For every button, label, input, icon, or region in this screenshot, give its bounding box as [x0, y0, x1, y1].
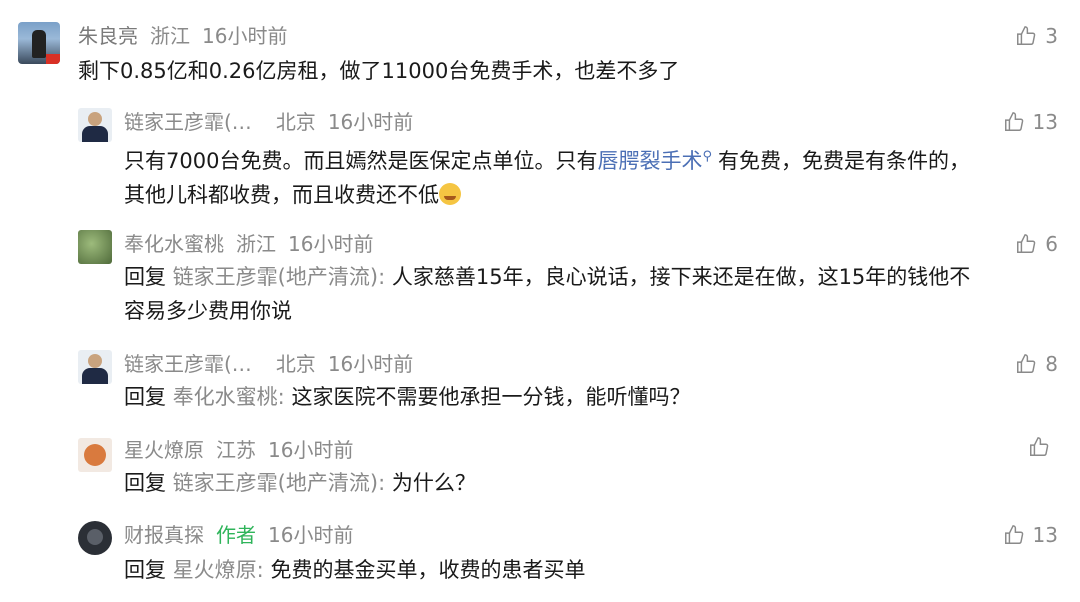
thumbs-up-icon [1017, 354, 1036, 373]
like-button[interactable]: 13 [1003, 521, 1058, 549]
search-icon[interactable]: ⚲ [702, 149, 712, 164]
timestamp: 16小时前 [202, 24, 288, 48]
like-count: 3 [1045, 24, 1058, 48]
text-segment: 这家医院不需要他承担一分钱，能听懂吗？ [291, 385, 691, 409]
keyword-link[interactable]: 唇腭裂手术 [597, 149, 702, 173]
comment-6: 财报真探 作者 16小时前 回复 星火燎原: 免费的基金买单，收费的患者买单 13 [0, 515, 1080, 602]
comment-meta: 链家王彦霏(… 北京 16小时前 [124, 108, 425, 136]
reply-keyword: 回复 [124, 558, 166, 582]
comment-meta: 链家王彦霏(… 北京 16小时前 [124, 350, 425, 378]
thumbs-up-icon [1004, 525, 1023, 544]
avatar[interactable] [78, 108, 112, 142]
timestamp: 16小时前 [327, 110, 414, 134]
username[interactable]: 财报真探 [124, 523, 204, 547]
avatar[interactable] [18, 22, 60, 64]
location: 江苏 [216, 438, 256, 462]
thumbs-up-icon [1004, 112, 1023, 131]
comment-2: 链家王彦霏(… 北京 16小时前 只有7000台免费。而且嫣然是医保定点单位。只有唇… [0, 100, 1080, 220]
like-count: 13 [1032, 523, 1058, 547]
text-segment: 免费的基金买单，收费的患者买单 [270, 558, 586, 582]
like-button[interactable]: 3 [1015, 22, 1058, 50]
thumbs-up-icon [1030, 437, 1049, 456]
text-segment: 其他儿科都收费，而且收费还不低 [124, 183, 439, 207]
location: 浙江 [150, 24, 190, 48]
username[interactable]: 朱良亮 [78, 24, 138, 48]
reply-target[interactable]: 链家王彦霏(地产清流): [173, 265, 385, 289]
comment-meta: 财报真探 作者 16小时前 [124, 521, 365, 549]
comment-4: 链家王彦霏(… 北京 16小时前 回复 奉化水蜜桃: 这家医院不需要他承担一分钱，能… [0, 340, 1080, 430]
like-button[interactable]: 6 [1015, 230, 1058, 258]
comment-text: 只有7000台免费。而且嫣然是医保定点单位。只有唇腭裂手术⚲ 有免费，免费是有条件… [124, 140, 1054, 212]
like-count: 13 [1032, 110, 1058, 134]
avatar[interactable] [78, 521, 112, 555]
like-count: 8 [1045, 352, 1058, 376]
reply-keyword: 回复 [124, 471, 166, 495]
comment-text: 回复 链家王彦霏(地产清流): 人家慈善15年，良心说话，接下来还是在做，这15… [124, 260, 1054, 328]
reply-target[interactable]: 奉化水蜜桃: [173, 385, 285, 409]
comment-text: 剩下0.85亿和0.26亿房租，做了11000台免费手术，也差不多了 [78, 59, 680, 83]
text-segment: 只有7000台免费。而且嫣然是医保定点单位。只有 [124, 149, 598, 173]
comment-text: 回复 链家王彦霏(地产清流): 为什么？ [124, 466, 476, 500]
author-badge: 作者 [216, 523, 256, 547]
comment-text: 回复 星火燎原: 免费的基金买单，收费的患者买单 [124, 553, 585, 587]
text-segment: 人家慈善15年，良心说话，接下来还是在做，这15年的钱他不 [391, 265, 971, 289]
comment-meta: 奉化水蜜桃 浙江 16小时前 [124, 230, 385, 258]
reply-target[interactable]: 星火燎原: [173, 558, 264, 582]
avatar[interactable] [78, 350, 112, 384]
comment-text: 回复 奉化水蜜桃: 这家医院不需要他承担一分钱，能听懂吗？ [124, 380, 690, 414]
avatar[interactable] [78, 438, 112, 472]
timestamp: 16小时前 [327, 352, 414, 376]
username[interactable]: 星火燎原 [124, 438, 204, 462]
comment-meta: 星火燎原 江苏 16小时前 [124, 436, 365, 464]
like-button[interactable] [1028, 436, 1058, 458]
thumbs-up-icon [1017, 234, 1036, 253]
reply-target[interactable]: 链家王彦霏(地产清流): [173, 471, 385, 495]
text-segment: 容易多少费用你说 [124, 299, 292, 323]
location: 北京 [275, 110, 316, 134]
text-segment: 为什么？ [391, 471, 476, 495]
comment-5: 星火燎原 江苏 16小时前 回复 链家王彦霏(地产清流): 为什么？ [0, 430, 1080, 515]
username[interactable]: 链家王彦霏(… [124, 352, 252, 376]
location: 浙江 [236, 232, 276, 256]
timestamp: 16小时前 [268, 523, 354, 547]
reply-keyword: 回复 [124, 265, 166, 289]
reply-keyword: 回复 [124, 385, 166, 409]
thumbs-up-icon [1017, 26, 1036, 45]
like-count: 6 [1045, 232, 1058, 256]
like-button[interactable]: 8 [1015, 350, 1058, 378]
laughing-emoji-icon [439, 183, 461, 205]
username[interactable]: 链家王彦霏(… [124, 110, 252, 134]
location: 北京 [275, 352, 316, 376]
comment-1: 朱良亮 浙江 16小时前 剩下0.85亿和0.26亿房租，做了11000台免费手术，… [0, 0, 1080, 100]
username[interactable]: 奉化水蜜桃 [124, 232, 224, 256]
like-button[interactable]: 13 [1003, 108, 1058, 136]
comment-meta: 朱良亮 浙江 16小时前 [78, 22, 299, 50]
timestamp: 16小时前 [268, 438, 354, 462]
timestamp: 16小时前 [288, 232, 374, 256]
comment-3: 奉化水蜜桃 浙江 16小时前 回复 链家王彦霏(地产清流): 人家慈善15年，良心说… [0, 220, 1080, 340]
avatar[interactable] [78, 230, 112, 264]
text-segment: 有免费，免费是有条件的， [717, 149, 970, 173]
